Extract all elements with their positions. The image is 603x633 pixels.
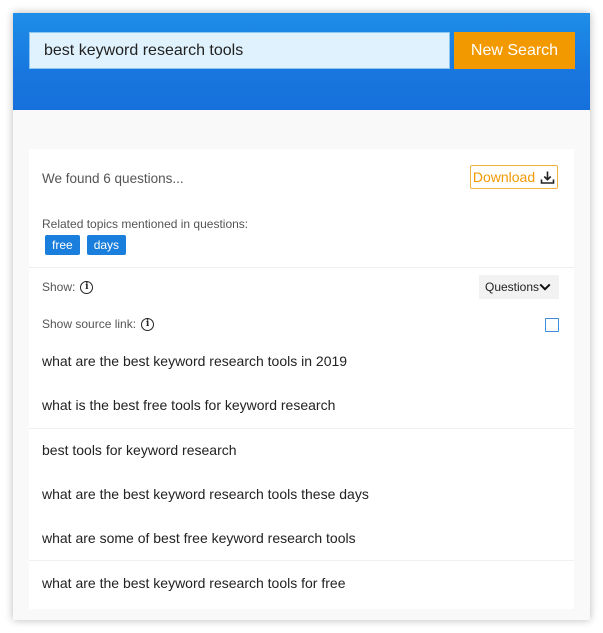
topic-tag-free[interactable]: free xyxy=(45,235,80,255)
related-topics-label: Related topics mentioned in questions: xyxy=(42,217,249,231)
download-button[interactable]: Download xyxy=(470,165,558,189)
show-select[interactable]: Questions xyxy=(479,275,559,299)
info-icon[interactable]: i xyxy=(141,317,155,331)
related-topics-tags: free days xyxy=(45,235,127,255)
source-link-row: Show source link: i xyxy=(42,317,155,331)
question-item[interactable]: what are some of best free keyword resea… xyxy=(29,516,574,560)
info-icon[interactable]: i xyxy=(80,280,94,294)
search-header: New Search xyxy=(13,13,590,110)
chevron-down-icon xyxy=(539,283,551,291)
results-panel: We found 6 questions... Download Related… xyxy=(29,149,574,609)
question-item[interactable]: best tools for keyword research xyxy=(29,427,574,472)
question-item[interactable]: what are the best keyword research tools… xyxy=(29,339,574,383)
show-select-value: Questions xyxy=(485,280,540,294)
question-item[interactable]: what are the best keyword research tools… xyxy=(29,560,574,604)
download-icon xyxy=(540,171,555,184)
show-row: Show: i xyxy=(42,280,94,294)
source-link-label: Show source link: xyxy=(42,317,137,331)
new-search-button[interactable]: New Search xyxy=(454,32,575,69)
questions-list: what are the best keyword research tools… xyxy=(29,339,574,605)
topic-tag-days[interactable]: days xyxy=(86,235,127,255)
source-link-checkbox[interactable] xyxy=(545,318,559,332)
divider xyxy=(29,267,574,268)
search-input[interactable] xyxy=(29,32,450,69)
show-label: Show: xyxy=(42,280,76,294)
question-item[interactable]: what are the best keyword research tools… xyxy=(29,472,574,516)
download-label: Download xyxy=(472,169,536,185)
app-card: New Search We found 6 questions... Downl… xyxy=(13,13,590,620)
question-item[interactable]: what is the best free tools for keyword … xyxy=(29,383,574,427)
results-count: We found 6 questions... xyxy=(42,171,184,186)
